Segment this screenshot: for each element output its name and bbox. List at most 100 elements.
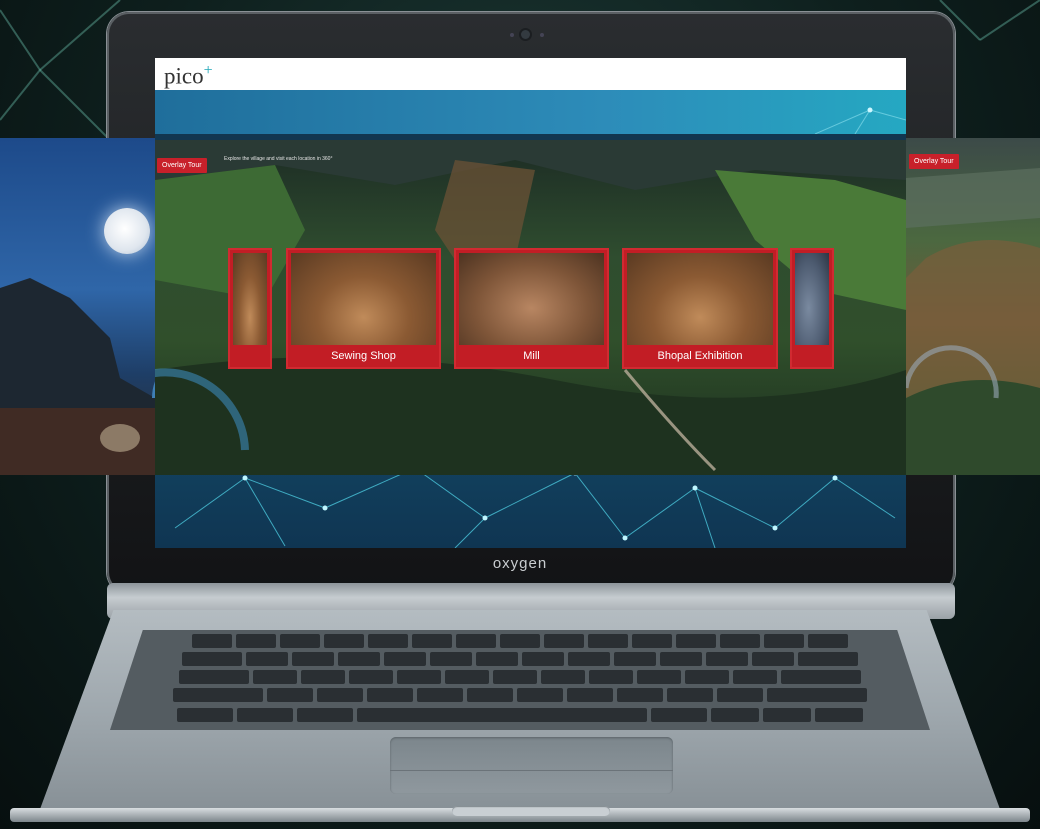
site-header: pico+ [155,58,906,90]
key[interactable] [445,670,489,684]
key[interactable] [568,652,610,666]
moon-image [104,208,150,254]
key[interactable] [541,670,585,684]
key[interactable] [267,688,313,702]
tour-badge[interactable]: Overlay Tour [157,158,207,173]
key[interactable] [384,652,426,666]
key[interactable] [177,708,233,722]
key[interactable] [637,670,681,684]
key[interactable] [808,634,848,648]
card-thumbnail [795,253,829,345]
key[interactable] [815,708,863,722]
key[interactable] [500,634,540,648]
side-panorama-right[interactable] [906,138,1040,475]
key[interactable] [632,634,672,648]
network-pattern [814,107,906,135]
keyboard-row [110,688,930,702]
key[interactable] [763,708,811,722]
key[interactable] [764,634,804,648]
card-label: Sewing Shop [331,350,396,362]
laptop-brand-label: oxygen [492,555,548,572]
location-card[interactable] [228,248,272,369]
tour-caption: Explore the village and visit each locat… [224,156,333,162]
key[interactable] [660,652,702,666]
key[interactable] [767,688,867,702]
key[interactable] [733,670,777,684]
key[interactable] [397,670,441,684]
location-card[interactable]: Bhopal Exhibition [622,248,778,369]
card-thumbnail [627,253,773,345]
card-thumbnail [291,253,436,345]
key[interactable] [182,652,242,666]
key[interactable] [706,652,748,666]
key[interactable] [456,634,496,648]
canyon-scene [906,168,1040,475]
keyboard-row [110,634,930,648]
key[interactable] [720,634,760,648]
key[interactable] [280,634,320,648]
key[interactable] [752,652,794,666]
key[interactable] [349,670,393,684]
key[interactable] [614,652,656,666]
key[interactable] [253,670,297,684]
cliff-silhouette [0,278,155,475]
key[interactable] [412,634,452,648]
key[interactable] [246,652,288,666]
key[interactable] [367,688,413,702]
key[interactable] [717,688,763,702]
key[interactable] [589,670,633,684]
key[interactable] [368,634,408,648]
key[interactable] [651,708,707,722]
camera-sensor [540,33,544,37]
trackpad-divider [390,770,673,771]
key[interactable] [417,688,463,702]
location-card[interactable]: Mill [454,248,609,369]
location-card[interactable] [790,248,834,369]
trackpad[interactable] [390,737,673,794]
keyboard-row [110,670,930,684]
key[interactable] [179,670,249,684]
key[interactable] [476,652,518,666]
key[interactable] [798,652,858,666]
key[interactable] [517,688,563,702]
key[interactable] [781,670,861,684]
key[interactable] [430,652,472,666]
key[interactable] [297,708,353,722]
key[interactable] [192,634,232,648]
tour-badge-right[interactable]: Overlay Tour [909,154,959,169]
site-logo[interactable]: pico+ [164,62,213,90]
lid-notch [452,806,610,816]
key[interactable] [173,688,263,702]
key[interactable] [667,688,713,702]
key[interactable] [544,634,584,648]
key[interactable] [301,670,345,684]
key[interactable] [588,634,628,648]
spacebar[interactable] [357,708,647,722]
key[interactable] [522,652,564,666]
key[interactable] [676,634,716,648]
keyboard-row [110,652,930,666]
card-thumbnail [459,253,604,345]
key[interactable] [493,670,537,684]
webcam-icon [521,30,530,39]
key[interactable] [317,688,363,702]
card-label: Mill [523,350,540,362]
key[interactable] [324,634,364,648]
card-thumbnail [233,253,267,345]
key[interactable] [467,688,513,702]
key[interactable] [685,670,729,684]
key[interactable] [567,688,613,702]
keyboard-row [110,708,930,722]
camera-sensor [510,33,514,37]
key[interactable] [617,688,663,702]
header-banner [155,90,906,135]
key[interactable] [292,652,334,666]
card-label: Bhopal Exhibition [657,350,743,362]
key[interactable] [237,708,293,722]
key[interactable] [711,708,759,722]
key[interactable] [338,652,380,666]
location-card[interactable]: Sewing Shop [286,248,441,369]
keyboard[interactable] [110,630,930,730]
side-panorama-left[interactable] [0,138,155,475]
key[interactable] [236,634,276,648]
